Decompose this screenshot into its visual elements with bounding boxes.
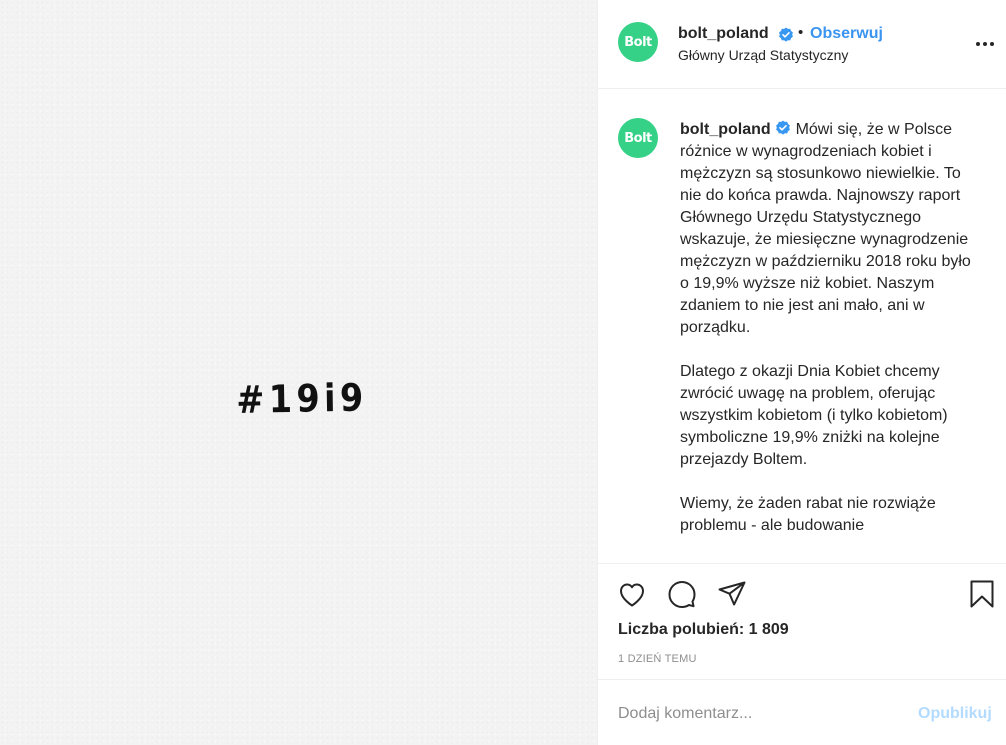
avatar[interactable]: Bolt [618, 22, 658, 62]
likes-count[interactable]: Liczba polubień: 1 809 [618, 621, 789, 639]
paper-plane-icon[interactable] [716, 578, 748, 610]
caption-paragraph: Dlatego z okazji Dnia Kobiet chcemy zwró… [680, 363, 948, 468]
verified-badge-icon [779, 27, 793, 42]
comment-input[interactable] [618, 702, 898, 726]
bookmark-icon[interactable] [966, 578, 998, 610]
header-username-link[interactable]: bolt_poland [678, 25, 769, 43]
caption-paragraph: Wiemy, że żaden rabat nie rozwiąże probl… [680, 495, 936, 534]
post-header: Bolt bolt_poland • Obserwuj Główny Urząd… [598, 0, 1006, 89]
caption-area: Bolt bolt_poland Mówi się, że w Polsce r… [598, 89, 1006, 563]
post-side-panel: Bolt bolt_poland • Obserwuj Główny Urząd… [597, 0, 1006, 745]
separator-dot: • [798, 24, 804, 41]
image-hashtag-text: #19i9 [236, 375, 368, 422]
post-timestamp[interactable]: 1 DZIEŃ TEMU [618, 653, 697, 665]
caption-avatar[interactable]: Bolt [618, 118, 658, 158]
follow-button[interactable]: Obserwuj [810, 25, 883, 43]
post-image[interactable]: #19i9 [0, 0, 597, 745]
publish-button[interactable]: Opublikuj [918, 705, 992, 723]
heart-icon[interactable] [616, 578, 648, 610]
location-link[interactable]: Główny Urząd Statystyczny [678, 47, 848, 63]
post-actions: Liczba polubień: 1 809 1 DZIEŃ TEMU [598, 563, 1006, 679]
caption-paragraph: Mówi się, że w Polsce różnice w wynagrod… [680, 121, 971, 336]
comment-bubble-icon[interactable] [666, 578, 698, 610]
verified-badge-icon [776, 120, 791, 135]
comment-bar: Opublikuj [598, 679, 1006, 745]
caption-text: bolt_poland Mówi się, że w Polsce różnic… [680, 119, 982, 537]
caption-username-link[interactable]: bolt_poland [680, 121, 771, 138]
more-options-icon[interactable] [976, 42, 994, 48]
